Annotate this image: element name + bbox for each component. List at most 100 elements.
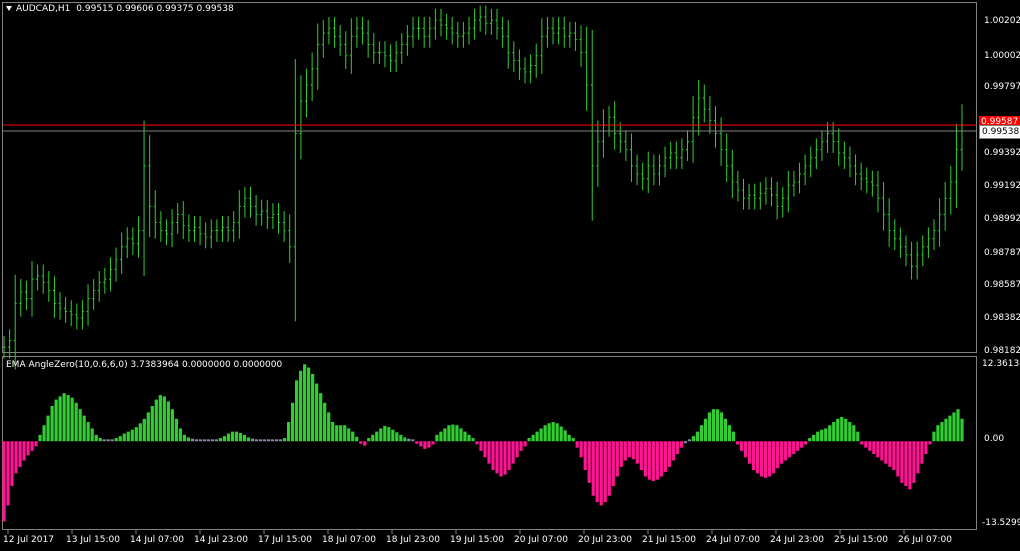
price-bar	[389, 44, 393, 72]
price-bar	[562, 16, 566, 48]
time-axis-label: 17 Jul 15:00	[258, 535, 312, 545]
histogram-bar	[14, 441, 18, 474]
price-axis-label: 0.99392	[984, 148, 1020, 158]
histogram-bar	[142, 418, 146, 442]
histogram-bar	[202, 439, 207, 442]
time-axis-label: 13 Jul 15:00	[66, 535, 120, 545]
histogram-bar	[323, 402, 327, 442]
price-bar	[629, 133, 633, 183]
histogram-bar	[270, 439, 275, 442]
price-bar	[316, 23, 320, 90]
histogram-bar	[174, 418, 178, 442]
price-bar	[299, 75, 303, 160]
histogram-bar	[399, 434, 403, 442]
indicator-header: EMA AngleZero(10,0.6,6,0) 3.7383964 0.00…	[6, 360, 283, 370]
symbol-label: AUDCAD,H1	[16, 4, 71, 14]
histogram-bar	[595, 441, 599, 503]
price-bar	[114, 247, 118, 282]
histogram-bar	[431, 441, 435, 445]
price-bar	[277, 203, 281, 234]
price-bar	[938, 198, 942, 247]
histogram-bar	[659, 441, 663, 477]
price-bar	[635, 154, 639, 186]
indicator-axis-top: 12.36136	[982, 359, 1020, 369]
price-bar	[405, 25, 409, 56]
time-axis-label: 14 Jul 23:00	[194, 535, 248, 545]
histogram-bar	[860, 441, 864, 445]
price-bar	[13, 274, 17, 370]
histogram-bar	[763, 441, 768, 478]
price-bar	[618, 122, 622, 153]
histogram-bar	[527, 438, 531, 442]
histogram-bar	[547, 423, 551, 442]
price-bar	[215, 219, 219, 242]
price-bar	[176, 203, 180, 234]
histogram-bar	[74, 402, 78, 442]
price-bar	[579, 25, 583, 67]
price-bar	[445, 13, 449, 40]
histogram-bar	[150, 405, 154, 442]
histogram-bar	[106, 439, 110, 442]
time-axis-label: 21 Jul 15:00	[642, 535, 696, 545]
histogram-bar	[776, 441, 780, 469]
histogram-bar	[154, 399, 158, 442]
price-bar	[915, 241, 919, 280]
histogram-bar	[222, 436, 227, 442]
histogram-bar	[90, 428, 94, 442]
price-bar	[260, 199, 264, 226]
histogram-bar	[832, 422, 836, 442]
price-bar	[321, 19, 325, 58]
price-bar	[506, 20, 510, 69]
price-bar	[288, 214, 292, 263]
time-axis-label: 19 Jul 15:00	[450, 535, 504, 545]
histogram-bar	[751, 441, 756, 471]
histogram-bar	[198, 439, 203, 442]
histogram-bar	[507, 441, 511, 471]
histogram-bar	[86, 422, 90, 442]
price-bar	[893, 219, 897, 251]
histogram-bar	[34, 441, 38, 447]
histogram-bar	[695, 431, 700, 442]
price-bar	[954, 123, 958, 208]
price-bar	[473, 8, 477, 40]
price-bar	[781, 186, 785, 218]
histogram-bar	[583, 441, 587, 471]
histogram-bar	[351, 431, 355, 442]
histogram-bar	[82, 415, 86, 442]
histogram-bar	[880, 441, 884, 461]
histogram-bar	[70, 397, 74, 442]
histogram-bar	[499, 441, 503, 477]
price-bar	[366, 19, 370, 58]
histogram-bar	[230, 431, 235, 442]
histogram-bar	[892, 441, 896, 471]
histogram-bar	[936, 425, 940, 442]
histogram-bar	[868, 441, 872, 451]
price-lines	[3, 124, 976, 132]
symbol-header[interactable]: AUDCAD,H1 0.99515 0.99606 0.99375 0.9953…	[6, 4, 234, 14]
histogram-bar	[848, 422, 852, 442]
histogram-bar	[110, 439, 114, 442]
histogram-bar	[555, 423, 559, 442]
price-bar	[848, 146, 852, 178]
histogram-bar	[22, 441, 26, 461]
price-bar	[19, 278, 23, 317]
histogram-bar	[335, 425, 339, 442]
histogram-bar	[483, 441, 487, 458]
price-bar	[8, 329, 12, 359]
price-bar	[24, 280, 28, 310]
histogram-bar	[784, 441, 788, 461]
chart-canvas[interactable]	[0, 0, 1020, 551]
histogram-bar	[623, 441, 627, 461]
histogram-bar	[711, 409, 716, 442]
price-bar	[512, 41, 516, 72]
price-bar	[394, 41, 398, 72]
histogram-bar	[146, 412, 150, 442]
price-bar	[809, 146, 813, 178]
price-bar	[501, 16, 505, 48]
histogram-bar	[755, 441, 760, 474]
histogram-bar	[812, 434, 816, 442]
triangle-down-icon[interactable]	[6, 6, 12, 11]
histogram-bar	[551, 422, 555, 442]
histogram-bar	[804, 441, 808, 445]
price-axis-label: 0.98787	[984, 248, 1020, 258]
